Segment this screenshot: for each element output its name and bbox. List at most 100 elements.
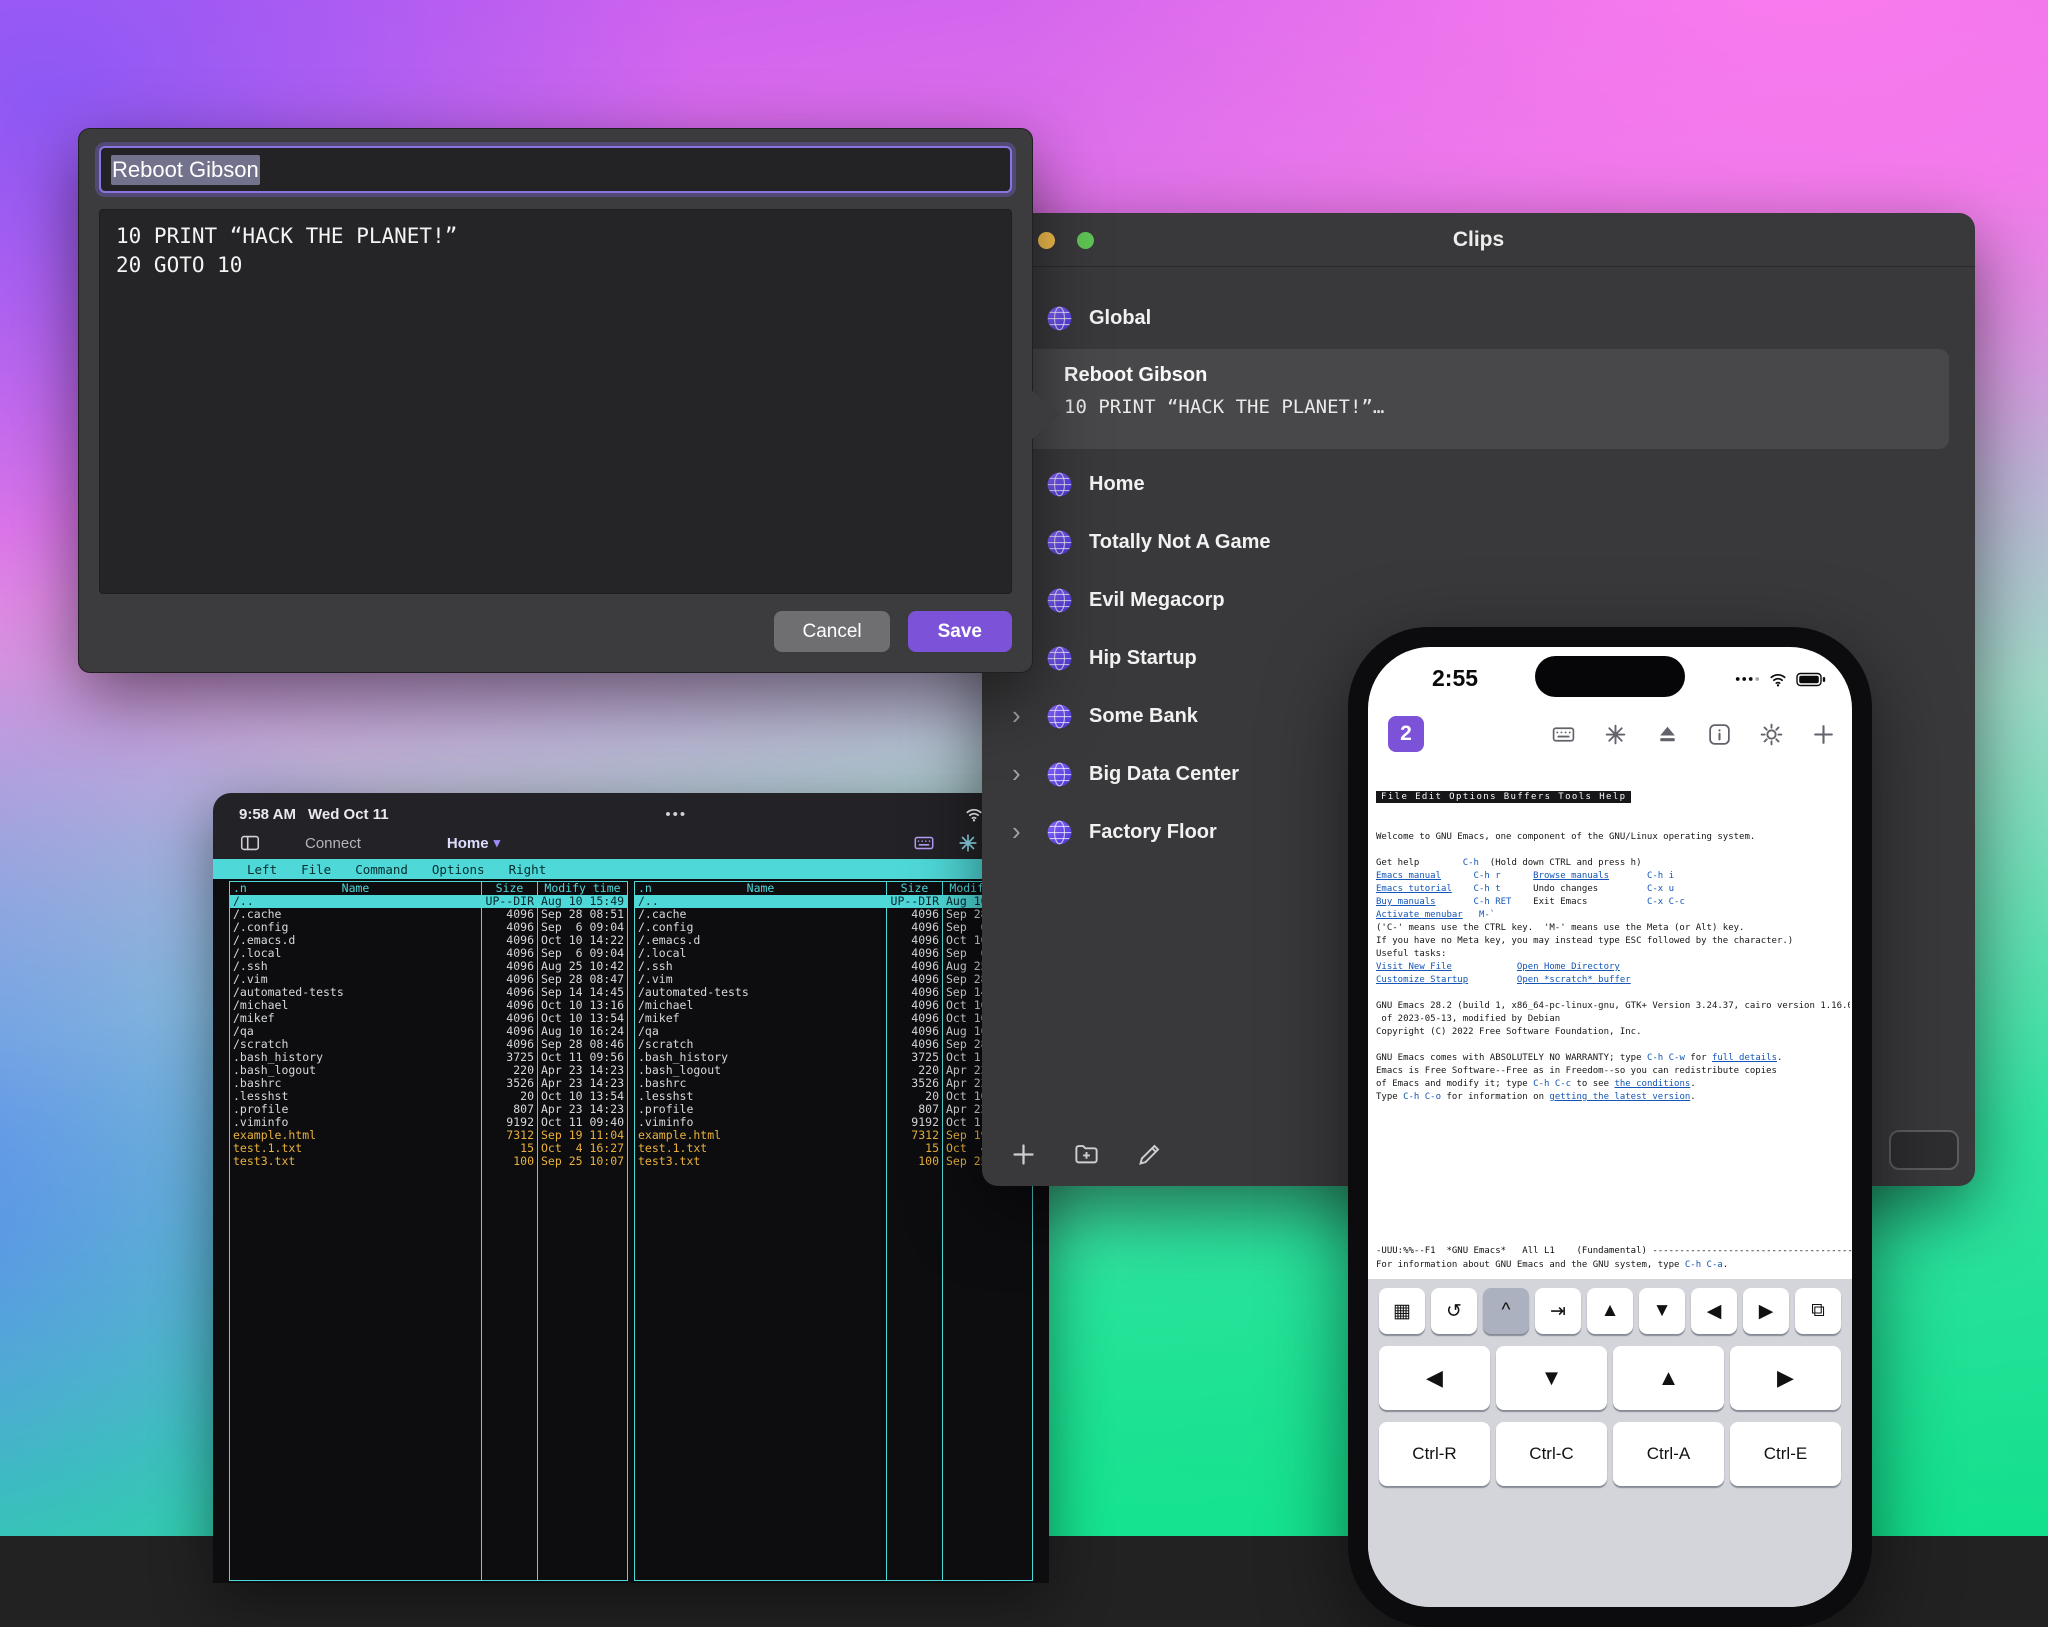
emacs-link[interactable]: getting the latest version [1549,1092,1690,1102]
key-arrow-down[interactable]: ▼ [1639,1288,1685,1334]
emacs-link[interactable]: Visit New File [1376,962,1452,972]
mc-file-row[interactable]: .viminfo9192Oct 11 09:40 [635,1116,1032,1129]
emacs-link[interactable]: Buy manuals [1376,897,1436,907]
mc-file-row[interactable]: .profile807Apr 23 14:23 [230,1103,627,1116]
sidebar-icon[interactable] [239,832,261,854]
mc-file-row[interactable]: /.ssh4096Aug 25 10:42 [635,960,1032,973]
mc-file-row[interactable]: /.local4096Sep 6 09:04 [230,947,627,960]
mc-file-row[interactable]: /michael4096Oct 10 13:16 [230,999,627,1012]
emacs-link[interactable]: Emacs tutorial [1376,884,1452,894]
key-copy[interactable]: ⧉ [1795,1288,1841,1334]
mc-file-row[interactable]: /mikef4096Oct 10 13:54 [230,1012,627,1025]
mc-menu-file[interactable]: File [289,862,343,877]
chevron-right-icon[interactable]: › [1012,818,1021,844]
emacs-menubar[interactable]: File Edit Options Buffers Tools Help [1376,791,1850,804]
clip-item-reboot-gibson[interactable]: Reboot Gibson10 PRINT “HACK THE PLANET!”… [1008,349,1949,449]
key-arrow-up[interactable]: ▲ [1613,1346,1724,1410]
mc-file-row[interactable]: .bash_logout220Apr 23 14:23 [635,1064,1032,1077]
clips-group-totally-not-a-game[interactable]: Totally Not A Game [982,513,1975,571]
mc-file-row[interactable]: /michael4096Oct 10 13:16 [635,999,1032,1012]
mc-file-row[interactable]: /.vim4096Sep 28 08:47 [635,973,1032,986]
key-undo[interactable]: ↺ [1431,1288,1477,1334]
emacs-link[interactable]: Customize Startup [1376,975,1468,985]
key-grid[interactable]: ▦ [1379,1288,1425,1334]
emacs-link[interactable]: Emacs manual [1376,871,1441,881]
mc-file-row[interactable]: .viminfo9192Oct 11 09:40 [230,1116,627,1129]
mc-file-row[interactable]: /automated-tests4096Sep 14 14:45 [230,986,627,999]
zoom-button[interactable] [1077,232,1094,249]
mc-sort-indicator[interactable]: .n [233,882,247,895]
host-dropdown[interactable]: Home ▾ [447,835,500,852]
mc-col-size[interactable]: Size [481,882,537,895]
mc-file-row[interactable]: /scratch4096Sep 28 08:46 [635,1038,1032,1051]
key-arrow-left[interactable]: ◀ [1379,1346,1490,1410]
key-ctrl-r[interactable]: Ctrl-R [1379,1422,1490,1486]
mc-file-row[interactable]: /.cache4096Sep 28 08:51 [635,908,1032,921]
mc-file-row[interactable]: test.1.txt15Oct 4 16:27 [635,1142,1032,1155]
chevron-right-icon[interactable]: › [1012,702,1021,728]
chevron-right-icon[interactable]: › [1012,760,1021,786]
mc-file-row[interactable]: /..UP--DIRAug 10 15:49 [635,895,1032,908]
mc-col-time[interactable]: Modify time [537,882,627,895]
mc-sort-indicator[interactable]: .n [638,882,652,895]
mc-file-row[interactable]: /.emacs.d4096Oct 10 14:22 [635,934,1032,947]
connect-button[interactable]: Connect [305,835,361,852]
mc-file-row[interactable]: /.config4096Sep 6 09:04 [635,921,1032,934]
edit-button[interactable] [1136,1141,1163,1168]
mc-file-row[interactable]: .lesshst20Oct 10 13:54 [230,1090,627,1103]
key-arrow-down[interactable]: ▼ [1496,1346,1607,1410]
mc-col-name[interactable]: Name [342,882,370,895]
emacs-buffer[interactable]: File Edit Options Buffers Tools Help Wel… [1376,765,1850,1239]
emacs-link[interactable]: Open *scratch* buffer [1517,975,1631,985]
key-ctrl-c[interactable]: Ctrl-C [1496,1422,1607,1486]
clips-search-field[interactable] [1889,1130,1959,1170]
settings-icon[interactable] [1759,722,1784,747]
key-caret[interactable]: ^ [1483,1288,1529,1334]
code-editor[interactable]: 10 PRINT “HACK THE PLANET!” 20 GOTO 10 [99,209,1012,594]
cancel-button[interactable]: Cancel [774,611,889,652]
key-ctrl-a[interactable]: Ctrl-A [1613,1422,1724,1486]
keyboard-icon[interactable] [913,832,935,854]
mc-menu-options[interactable]: Options [420,862,497,877]
mc-file-row[interactable]: /.vim4096Sep 28 08:47 [230,973,627,986]
mc-file-row[interactable]: .lesshst20Oct 10 13:54 [635,1090,1032,1103]
add-icon[interactable] [1811,722,1836,747]
mc-file-row[interactable]: .profile807Apr 23 14:23 [635,1103,1032,1116]
mc-col-size[interactable]: Size [886,882,942,895]
mc-file-row[interactable]: /automated-tests4096Sep 14 14:45 [635,986,1032,999]
save-button[interactable]: Save [908,611,1012,652]
clips-titlebar[interactable]: Clips [982,213,1975,267]
mc-file-row[interactable]: /qa4096Aug 10 16:24 [635,1025,1032,1038]
eject-icon[interactable] [1655,722,1680,747]
add-button[interactable] [1010,1141,1037,1168]
key-arrow-left[interactable]: ◀ [1691,1288,1737,1334]
mc-file-row[interactable]: .bash_history3725Oct 11 09:56 [230,1051,627,1064]
clips-group-evil-megacorp[interactable]: Evil Megacorp [982,571,1975,629]
mc-file-row[interactable]: .bash_logout220Apr 23 14:23 [230,1064,627,1077]
key-arrow-up[interactable]: ▲ [1587,1288,1633,1334]
mc-file-row[interactable]: test3.txt100Sep 25 10:07 [230,1155,627,1168]
clip-title-input[interactable]: Reboot Gibson [99,146,1012,193]
mc-menu-command[interactable]: Command [343,862,420,877]
mc-file-row[interactable]: /mikef4096Oct 10 13:54 [635,1012,1032,1025]
clips-group-global[interactable]: Global [982,293,1975,343]
mc-file-row[interactable]: .bashrc3526Apr 23 14:23 [635,1077,1032,1090]
mc-file-row[interactable]: /.emacs.d4096Oct 10 14:22 [230,934,627,947]
new-folder-button[interactable] [1073,1141,1100,1168]
mc-file-row[interactable]: /.ssh4096Aug 25 10:42 [230,960,627,973]
key-ctrl-e[interactable]: Ctrl-E [1730,1422,1841,1486]
mc-file-row[interactable]: test.1.txt15Oct 4 16:27 [230,1142,627,1155]
mc-file-row[interactable]: .bashrc3526Apr 23 14:23 [230,1077,627,1090]
key-arrow-right[interactable]: ▶ [1730,1346,1841,1410]
keyboard-icon[interactable] [1551,722,1576,747]
mc-menu-left[interactable]: Left [235,862,289,877]
key-arrow-right[interactable]: ▶ [1743,1288,1789,1334]
mc-file-row[interactable]: /.cache4096Sep 28 08:51 [230,908,627,921]
mc-file-row[interactable]: /.config4096Sep 6 09:04 [230,921,627,934]
mc-file-row[interactable]: test3.txt100Sep 25 10:07 [635,1155,1032,1168]
command-icon[interactable] [957,832,979,854]
mc-file-row[interactable]: /..UP--DIRAug 10 15:49 [230,895,627,908]
clips-group-home[interactable]: Home [982,455,1975,513]
app-badge[interactable]: 2 [1388,716,1424,752]
emacs-link[interactable]: Browse manuals [1533,871,1609,881]
